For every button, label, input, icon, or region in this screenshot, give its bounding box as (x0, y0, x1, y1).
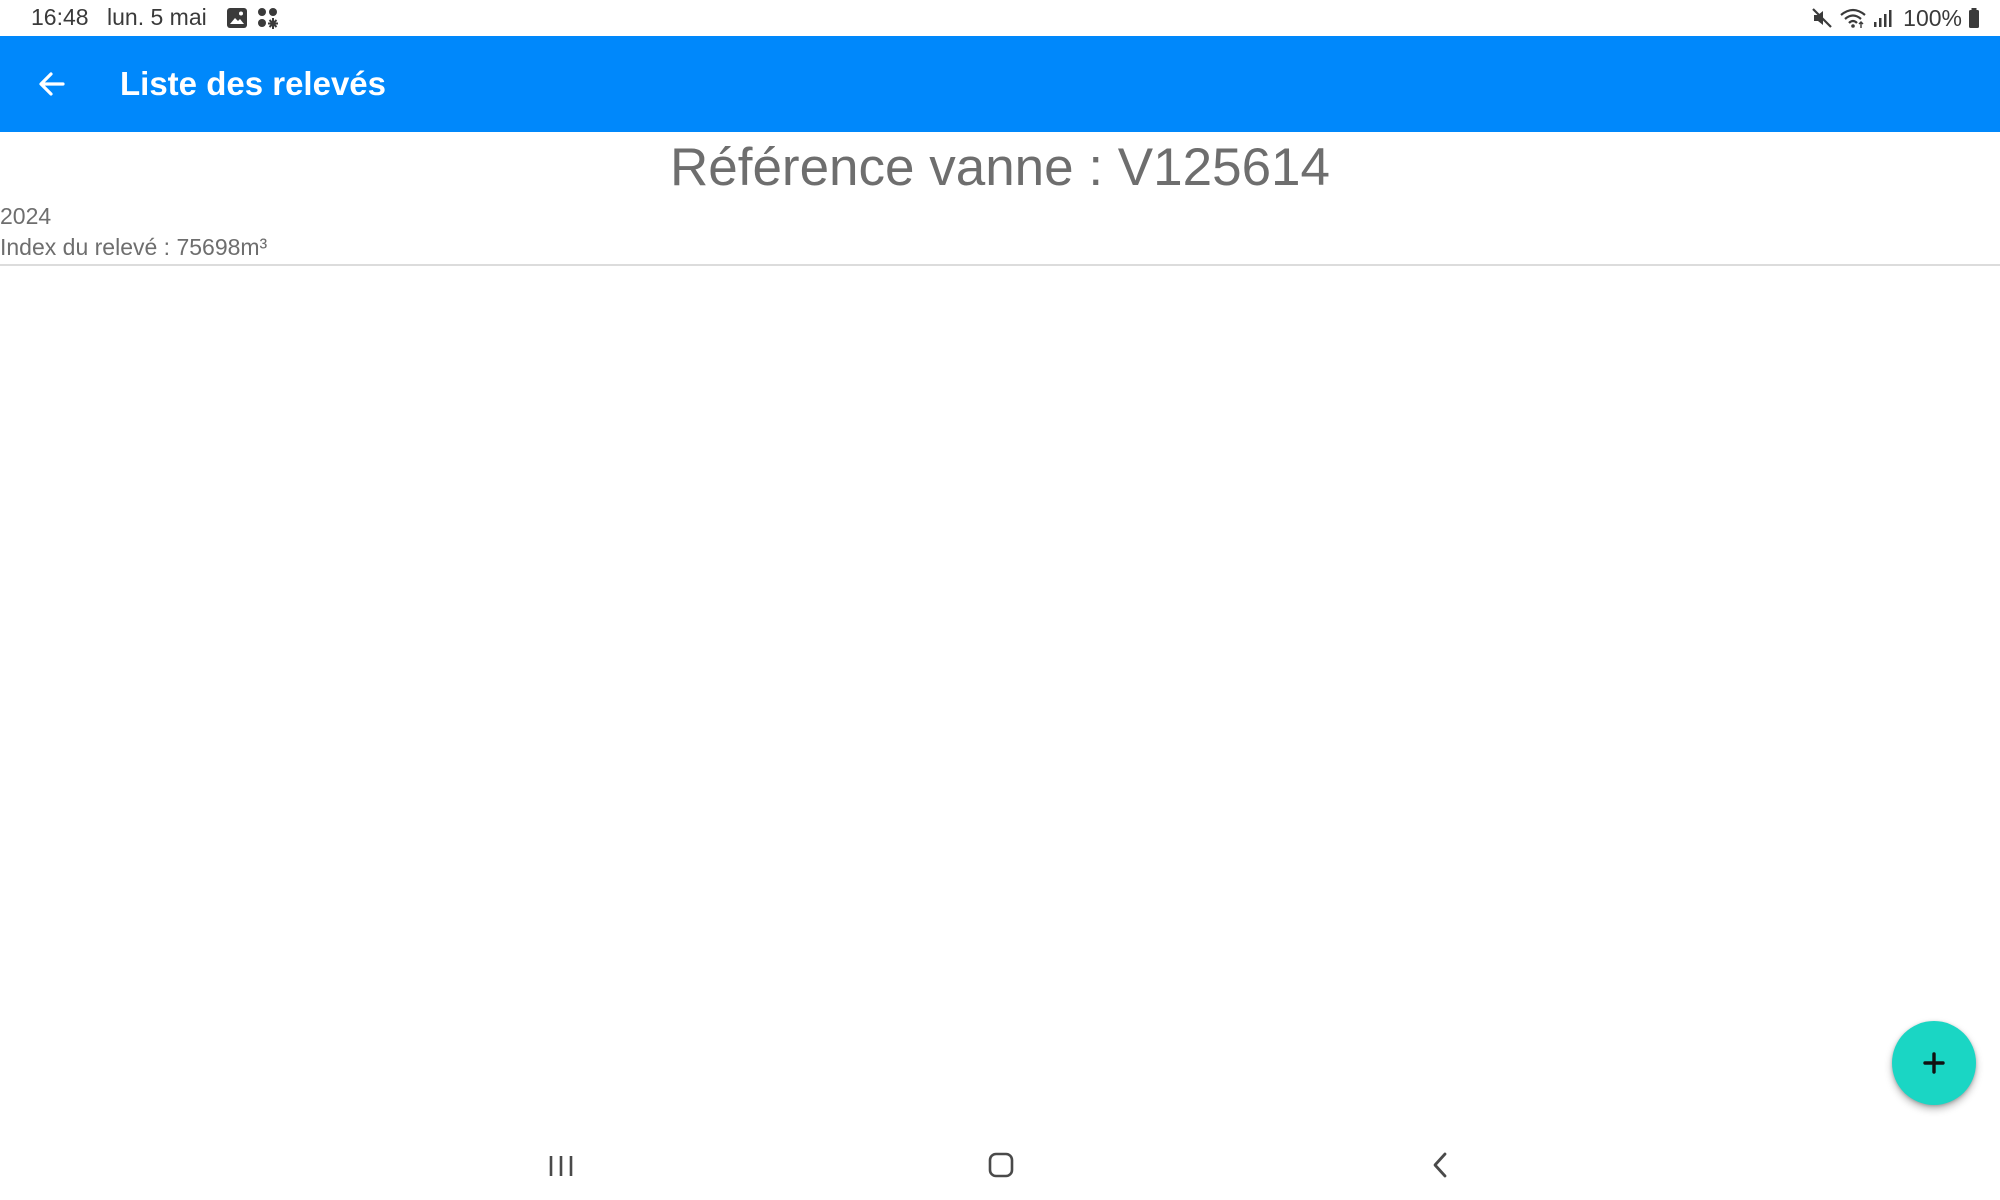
navigation-bar (0, 1130, 2000, 1200)
recents-icon[interactable] (546, 1152, 576, 1180)
back-button[interactable] (28, 60, 76, 108)
apps-icon (258, 8, 278, 29)
gallery-icon (227, 8, 247, 28)
home-icon[interactable] (986, 1150, 1016, 1180)
battery-icon (1969, 8, 1979, 28)
battery-percentage: 100% (1903, 4, 1962, 31)
add-releve-button[interactable] (1892, 1021, 1976, 1105)
valve-reference-heading: Référence vanne : V125614 (669, 138, 1331, 197)
list-item[interactable]: 2024 Index du relevé : 75698m³ (0, 200, 2000, 266)
page-title: Liste des relevés (120, 65, 386, 102)
plus-icon (1923, 1052, 1945, 1074)
status-bar: 16:48 lun. 5 mai 100% (0, 0, 2000, 36)
status-date: lun. 5 mai (107, 4, 207, 30)
status-right-group: 100% (1811, 3, 1980, 33)
app-bar: Liste des relevés (0, 36, 2000, 132)
releve-year: 2024 (0, 203, 52, 229)
back-icon[interactable] (1428, 1150, 1452, 1180)
signal-icon (1874, 10, 1892, 27)
status-time: 16:48 (31, 4, 89, 30)
mute-icon (1812, 8, 1832, 28)
wifi-icon (1840, 8, 1866, 28)
releve-index: Index du relevé : 75698m³ (0, 234, 268, 260)
arrow-left-icon (39, 72, 65, 96)
